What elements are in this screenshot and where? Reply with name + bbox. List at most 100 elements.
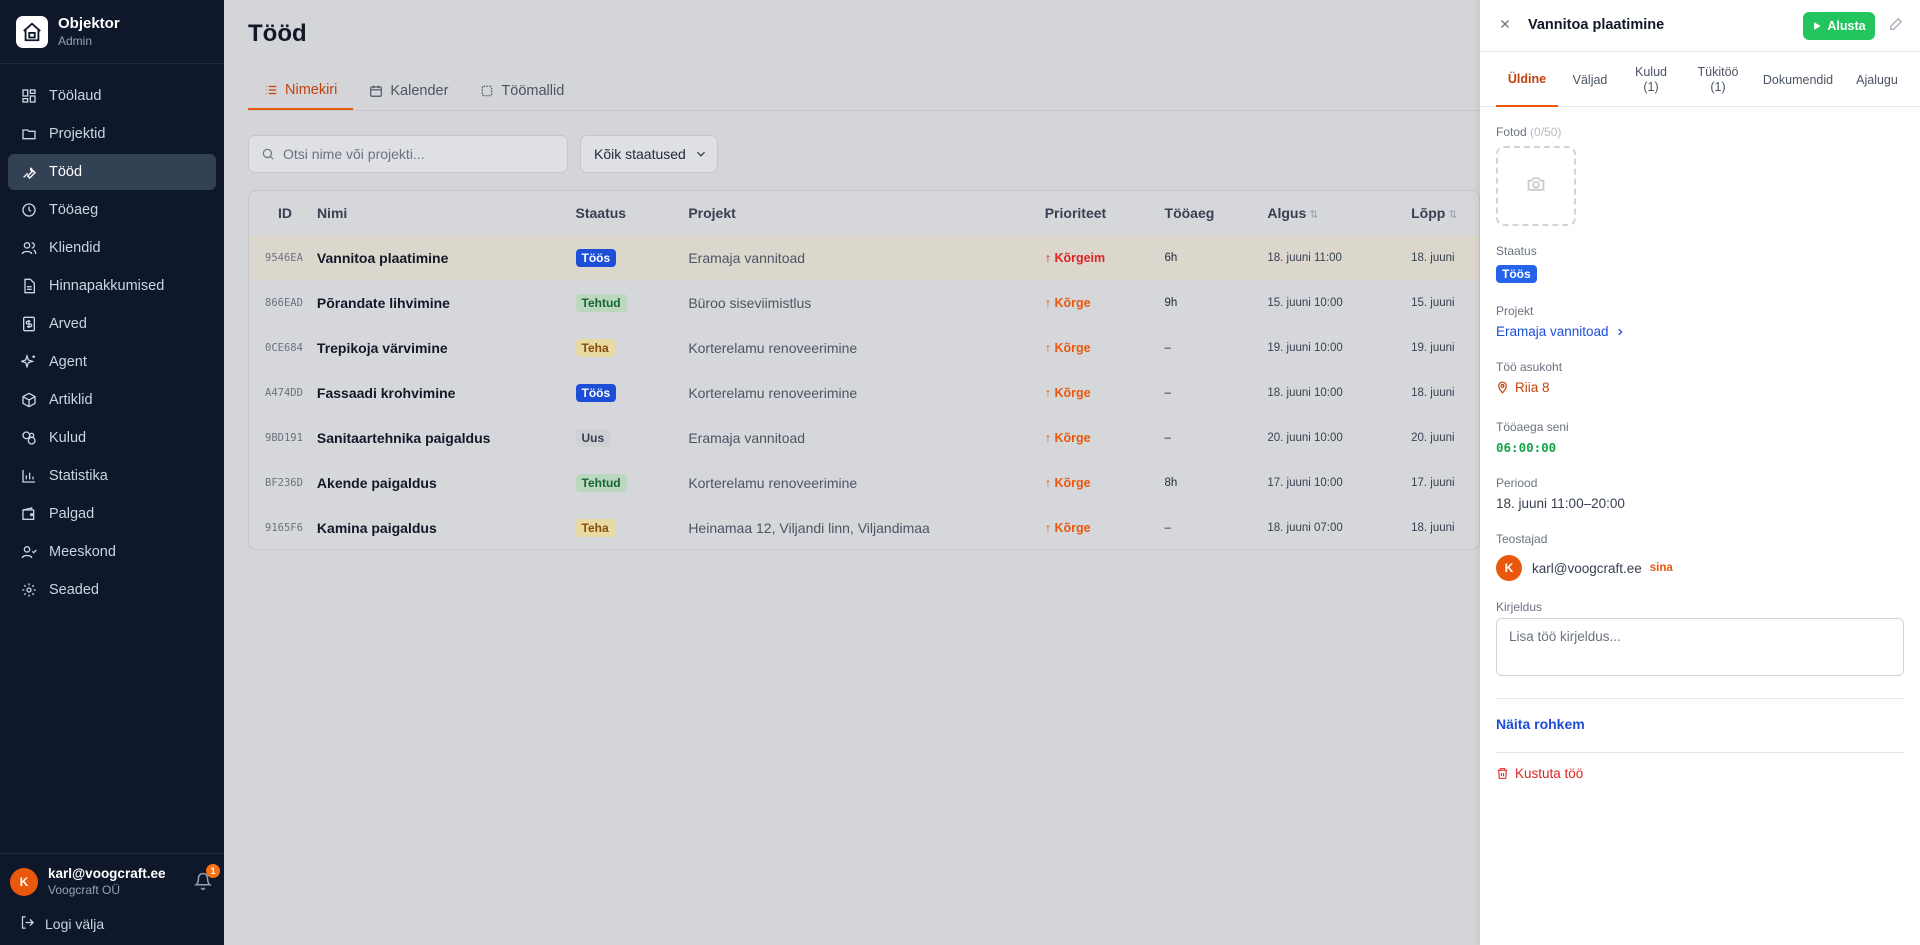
col-header-project[interactable]: Projekt — [688, 205, 1044, 221]
assignee-item[interactable]: K karl@voogcraft.ee sina — [1496, 555, 1673, 581]
tabs-divider — [248, 110, 1480, 111]
sidebar-item-seaded[interactable]: Seaded — [8, 572, 216, 608]
table-header: ID Nimi Staatus Projekt Prioriteet Tööae… — [249, 191, 1479, 235]
col-header-name[interactable]: Nimi — [317, 205, 576, 221]
wallet-icon — [20, 505, 38, 523]
col-header-end[interactable]: Lõpp ⇅ — [1411, 205, 1479, 221]
user-profile[interactable]: K karl@voogcraft.ee Voogcraft OÜ 1 — [10, 863, 220, 897]
sidebar-item-projektid[interactable]: Projektid — [8, 116, 216, 152]
row-priority: ↑ Kõrge — [1044, 475, 1091, 490]
table-row[interactable]: 9546EA Vannitoa plaatimine Töös Eramaja … — [249, 235, 1479, 280]
table-row[interactable]: 866EAD Põrandate lihvimine Tehtud Büroo … — [249, 280, 1479, 325]
row-project: Korterelamu renoveerimine — [688, 384, 858, 401]
col-header-time[interactable]: Tööaeg — [1165, 205, 1268, 221]
tab-uldine[interactable]: Üldine — [1496, 53, 1558, 107]
assignees-label: Teostajad — [1496, 532, 1548, 546]
logout-button[interactable]: Logi välja — [10, 915, 214, 933]
avatar: K — [1496, 555, 1522, 581]
col-header-id[interactable]: ID — [249, 205, 317, 221]
row-id: BF236D — [265, 476, 303, 489]
tab-dokumendid[interactable]: Dokumendid — [1756, 53, 1840, 107]
start-button[interactable]: Alusta — [1803, 12, 1875, 40]
notifications-button[interactable]: 1 — [193, 863, 220, 892]
sidebar-item-tood[interactable]: Tööd — [8, 154, 216, 190]
photo-upload-dropzone[interactable] — [1496, 146, 1576, 226]
status-badge[interactable]: Töös — [1496, 265, 1537, 283]
sidebar-item-label: Seaded — [49, 582, 99, 598]
col-header-start-label: Algus — [1267, 205, 1307, 221]
row-time: – — [1164, 341, 1171, 354]
photos-label-text: Fotod — [1496, 125, 1527, 139]
col-header-priority[interactable]: Prioriteet — [1045, 205, 1165, 221]
dashboard-icon — [20, 87, 38, 105]
delete-label: Kustuta töö — [1515, 766, 1584, 781]
table-row[interactable]: 9165F6 Kamina paigaldus Teha Heinamaa 12… — [249, 505, 1479, 549]
show-more-button[interactable]: Näita rohkem — [1496, 716, 1585, 732]
sidebar-item-hinnapakkumised[interactable]: Hinnapakkumised — [8, 268, 216, 304]
col-header-status[interactable]: Staatus — [576, 205, 689, 221]
chevron-down-icon — [694, 147, 708, 161]
tab-ajalugu[interactable]: Ajalugu — [1846, 53, 1908, 107]
divider — [1496, 752, 1904, 753]
sidebar-item-agent[interactable]: Agent — [8, 344, 216, 380]
logout-label: Logi välja — [45, 916, 105, 932]
main-content: Tööd Nimekiri Kalender Töömallid Otsi ni… — [224, 0, 1480, 945]
sidebar-item-arved[interactable]: Arved — [8, 306, 216, 342]
col-header-start[interactable]: Algus ⇅ — [1267, 205, 1411, 221]
row-project: Korterelamu renoveerimine — [688, 339, 858, 356]
table-row[interactable]: 0CE684 Trepikoja värvimine Teha Korterel… — [249, 325, 1479, 370]
panel-title: Vannitoa plaatimine — [1528, 17, 1665, 33]
close-button[interactable] — [1496, 17, 1514, 35]
tab-kulud[interactable]: Kulud (1) — [1625, 53, 1677, 107]
sidebar-item-statistika[interactable]: Statistika — [8, 458, 216, 494]
project-value: Eramaja vannitoad — [1496, 324, 1609, 339]
sidebar-item-artiklid[interactable]: Artiklid — [8, 382, 216, 418]
sidebar-item-kliendid[interactable]: Kliendid — [8, 230, 216, 266]
tab-toomallid[interactable]: Töömallid — [464, 72, 580, 110]
row-project: Heinamaa 12, Viljandi linn, Viljandimaa — [688, 519, 930, 536]
table-row[interactable]: BF236D Akende paigaldus Tehtud Korterela… — [249, 460, 1479, 505]
row-name: Kamina paigaldus — [316, 519, 437, 536]
users-icon — [20, 239, 38, 257]
status-badge: Töös — [575, 248, 617, 267]
logout-icon — [20, 915, 35, 933]
description-textarea[interactable]: Lisa töö kirjeldus... — [1496, 618, 1904, 676]
status-filter-select[interactable]: Kõik staatused — [580, 135, 718, 173]
search-input[interactable]: Otsi nime või projekti... — [248, 135, 568, 173]
status-value-wrap: Töös — [1496, 265, 1537, 283]
tab-valjad[interactable]: Väljad — [1564, 53, 1616, 107]
sidebar-item-kulud[interactable]: Kulud — [8, 420, 216, 456]
location-link[interactable]: Riia 8 — [1496, 380, 1550, 395]
invoice-icon — [20, 315, 38, 333]
row-start: 18. juuni 11:00 — [1267, 251, 1342, 264]
folder-icon — [20, 125, 38, 143]
row-end: 18. juuni — [1411, 251, 1455, 264]
location-value: Riia 8 — [1515, 380, 1550, 395]
tab-label: Nimekiri — [285, 82, 338, 98]
chevron-right-icon — [1615, 327, 1625, 337]
sidebar-item-label: Hinnapakkumised — [49, 278, 165, 294]
tab-label: Kalender — [390, 83, 449, 99]
sidebar-item-palgad[interactable]: Palgad — [8, 496, 216, 532]
panel-header: Vannitoa plaatimine Alusta — [1480, 0, 1920, 52]
edit-button[interactable] — [1889, 17, 1905, 33]
project-link[interactable]: Eramaja vannitoad — [1496, 324, 1625, 339]
brand[interactable]: Objektor Admin — [0, 0, 224, 64]
sort-icon: ⇅ — [1448, 209, 1458, 221]
sidebar-item-label: Töölaud — [49, 88, 102, 104]
row-priority: ↑ Kõrge — [1044, 520, 1091, 535]
sidebar-item-toolaud[interactable]: Töölaud — [8, 78, 216, 114]
sidebar-item-meeskond[interactable]: Meeskond — [8, 534, 216, 570]
tab-kalender[interactable]: Kalender — [353, 72, 464, 110]
tab-nimekiri[interactable]: Nimekiri — [248, 72, 354, 110]
table-row[interactable]: A474DD Fassaadi krohvimine Töös Korterel… — [249, 370, 1479, 415]
table-row[interactable]: 9BD191 Sanitaartehnika paigaldus Uus Era… — [249, 415, 1479, 460]
sidebar-item-tooaeg[interactable]: Tööaeg — [8, 192, 216, 228]
row-time: – — [1164, 521, 1171, 534]
sidebar-item-label: Statistika — [49, 468, 108, 484]
row-end: 15. juuni — [1411, 296, 1455, 309]
delete-job-button[interactable]: Kustuta töö — [1496, 766, 1583, 781]
tab-tukitoo[interactable]: Tükitöö (1) — [1686, 53, 1750, 107]
status-filter-value: Kõik staatused — [594, 146, 686, 162]
tab-label: Töömallid — [501, 83, 565, 99]
